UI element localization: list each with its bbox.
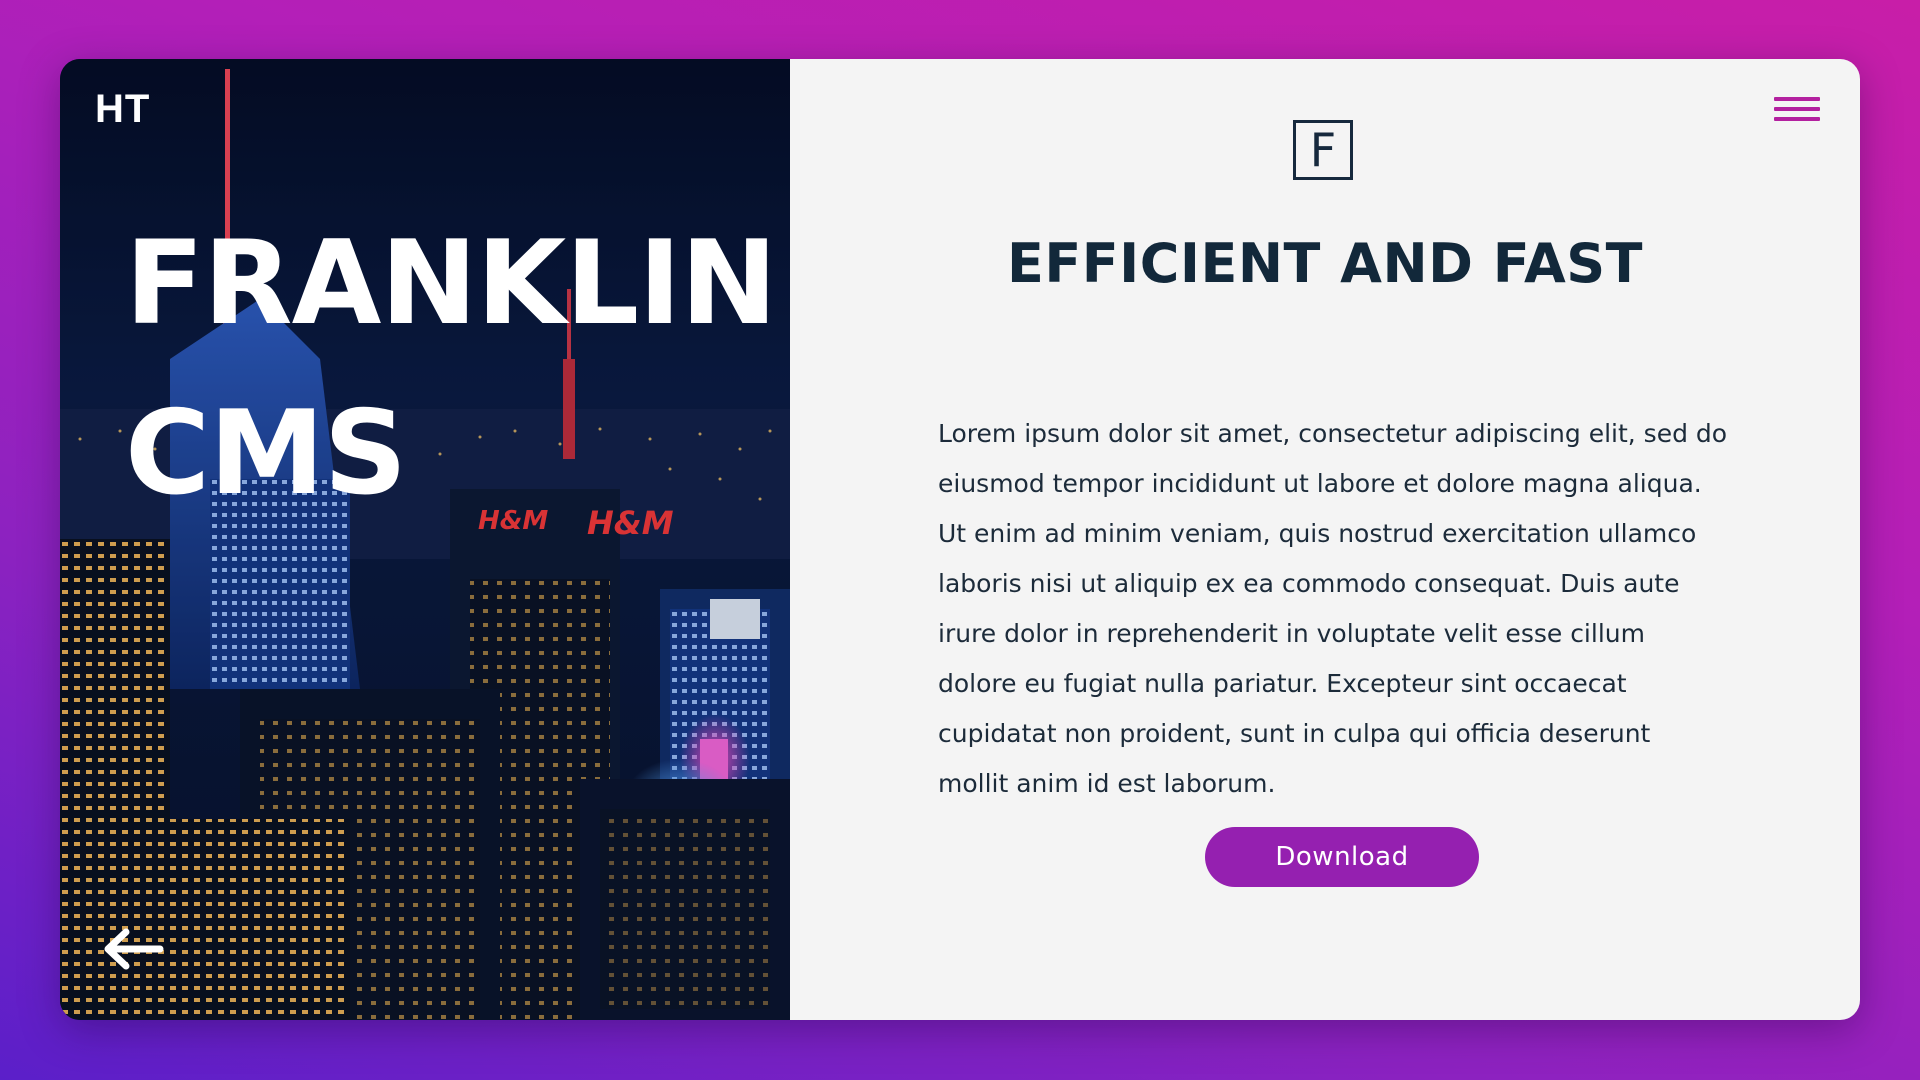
- hamburger-menu-icon[interactable]: [1774, 97, 1820, 131]
- hero-title-line-1: FRANKLIN: [125, 216, 777, 351]
- hero-title-line-2: CMS: [125, 386, 407, 521]
- body-paragraph: Lorem ipsum dolor sit amet, consectetur …: [938, 419, 1728, 798]
- arrow-left-icon[interactable]: [98, 924, 168, 974]
- hero-panel: H&M H&M HT FRANKLIN CMS: [60, 59, 790, 1020]
- menu-bar-middle: [1774, 107, 1820, 111]
- section-heading: EFFICIENT AND FAST: [1006, 232, 1643, 295]
- content-panel: F EFFICIENT AND FAST Lorem ipsum dolor s…: [790, 59, 1860, 1020]
- site-logo[interactable]: HT: [95, 87, 150, 132]
- menu-bar-top: [1774, 97, 1820, 101]
- menu-bar-bottom: [1774, 117, 1820, 121]
- hero-title: FRANKLIN CMS: [125, 199, 777, 539]
- download-button[interactable]: Download: [1205, 827, 1479, 887]
- letter-f-square-icon: F: [1293, 120, 1353, 180]
- main-card: H&M H&M HT FRANKLIN CMS F EFFICIENT AND …: [60, 59, 1860, 1020]
